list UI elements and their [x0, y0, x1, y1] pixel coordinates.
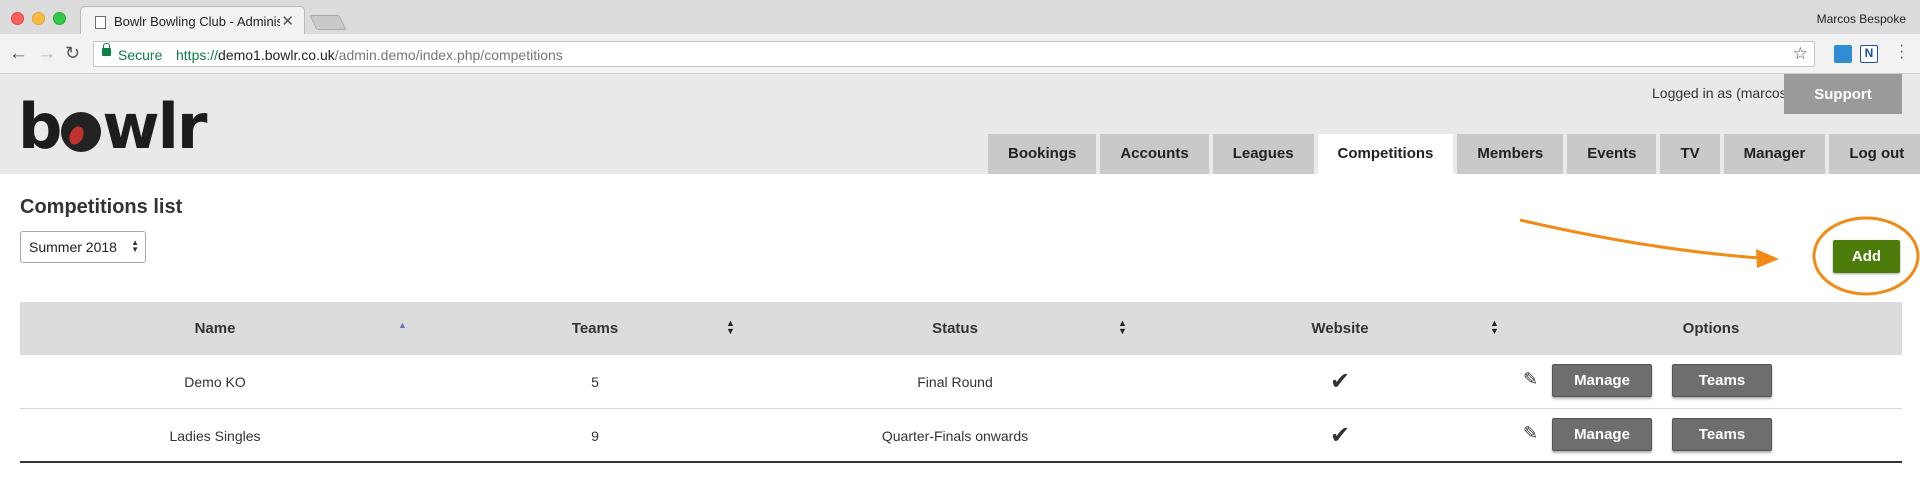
column-header-options: Options [1682, 320, 1740, 337]
cell-name: Ladies Singles [169, 428, 261, 444]
add-competition-button[interactable]: Add [1833, 240, 1900, 273]
table-row: Demo KO 5 Final Round ✔ ✎ Manage Teams [20, 355, 1902, 409]
nav-tab-accounts[interactable]: Accounts [1100, 134, 1209, 174]
page-title: Competitions list [20, 196, 183, 218]
sort-toggle-icon[interactable]: ▲ ▼ [1118, 319, 1127, 336]
reload-icon[interactable]: ↻ [65, 43, 80, 64]
logo-text-right: wlr [102, 90, 207, 163]
cell-status: Final Round [917, 374, 993, 390]
main-nav: Bookings Accounts Leagues Competitions M… [988, 134, 1920, 174]
season-select[interactable]: Summer 2018 ▲ ▼ [20, 231, 146, 263]
browser-profile-name[interactable]: Marcos Bespoke [1817, 12, 1906, 26]
select-arrows-icon: ▲ ▼ [131, 238, 139, 254]
minimize-window-icon[interactable] [32, 12, 45, 25]
sort-toggle-icon[interactable]: ▲ ▼ [726, 319, 735, 336]
url-path: /admin.demo/index.php/competitions [334, 47, 563, 63]
browser-tab-bar: Bowlr Bowling Club - Administ ✕ Marcos B… [0, 0, 1920, 35]
nav-tab-manager[interactable]: Manager [1723, 134, 1826, 174]
support-button[interactable]: Support [1784, 74, 1902, 114]
extension-icon[interactable] [1834, 45, 1852, 63]
browser-address-bar: ← → ↻ Secure https://demo1.bowlr.co.uk/a… [0, 34, 1920, 74]
logo-text-left: b [18, 90, 62, 163]
manage-button[interactable]: Manage [1552, 418, 1652, 451]
teams-button[interactable]: Teams [1672, 418, 1772, 451]
competitions-table: Name ▲ Teams ▲ ▼ Status ▲ ▼ Website ▲ ▼ Opt… [20, 302, 1902, 463]
new-tab-button[interactable] [309, 15, 347, 30]
nav-tab-members[interactable]: Members [1457, 134, 1564, 174]
close-tab-icon[interactable]: ✕ [281, 12, 294, 30]
edit-pencil-icon[interactable]: ✎ [1523, 369, 1538, 390]
nav-tab-logout[interactable]: Log out [1829, 134, 1920, 174]
logged-in-status: Logged in as (marcos) [1652, 85, 1792, 101]
browser-tab[interactable]: Bowlr Bowling Club - Administ ✕ [80, 6, 305, 35]
maximize-window-icon[interactable] [53, 12, 66, 25]
column-header-name[interactable]: Name [20, 302, 410, 355]
close-window-icon[interactable] [11, 12, 24, 25]
bowling-ball-icon [61, 112, 102, 152]
url-input[interactable]: Secure https://demo1.bowlr.co.uk/admin.d… [93, 41, 1815, 67]
browser-menu-icon[interactable]: · · · [1899, 38, 1904, 66]
url-text: https://demo1.bowlr.co.uk/admin.demo/ind… [176, 47, 563, 63]
column-header-teams[interactable]: Teams [420, 302, 770, 355]
sort-ascending-icon[interactable]: ▲ [398, 321, 407, 330]
cell-teams: 9 [591, 428, 599, 444]
edit-pencil-icon[interactable]: ✎ [1523, 423, 1538, 444]
page-favicon-icon [95, 16, 106, 29]
lock-icon [102, 43, 111, 56]
nav-tab-leagues[interactable]: Leagues [1212, 134, 1314, 174]
bookmark-star-icon[interactable]: ☆ [1793, 44, 1808, 64]
nav-tab-tv[interactable]: TV [1660, 134, 1720, 174]
column-header-website[interactable]: Website [1160, 302, 1520, 355]
table-row: Ladies Singles 9 Quarter-Finals onwards … [20, 409, 1902, 463]
forward-arrow-icon[interactable]: → [37, 43, 56, 65]
nav-tab-bookings[interactable]: Bookings [988, 134, 1097, 174]
app-header: b wlr Logged in as (marcos) Support Booki… [0, 74, 1920, 174]
url-host: demo1.bowlr.co.uk [218, 47, 335, 63]
back-arrow-icon[interactable]: ← [9, 43, 28, 65]
nav-tab-competitions[interactable]: Competitions [1317, 134, 1454, 174]
cell-name: Demo KO [184, 374, 246, 390]
manage-button[interactable]: Manage [1552, 364, 1652, 397]
website-check-icon: ✔ [1329, 422, 1351, 449]
cell-teams: 5 [591, 374, 599, 390]
teams-button[interactable]: Teams [1672, 364, 1772, 397]
cell-status: Quarter-Finals onwards [881, 428, 1029, 444]
secure-label: Secure [118, 47, 163, 63]
nav-tab-events[interactable]: Events [1567, 134, 1657, 174]
url-scheme: https:// [176, 47, 219, 63]
column-header-status[interactable]: Status [780, 302, 1130, 355]
tab-title: Bowlr Bowling Club - Administ [114, 14, 280, 29]
annotation-arrow-line [1519, 218, 1761, 260]
website-check-icon: ✔ [1329, 368, 1351, 395]
extension-n-icon[interactable]: N [1860, 45, 1878, 63]
sort-toggle-icon[interactable]: ▲ ▼ [1490, 319, 1499, 336]
bowlr-logo[interactable]: b wlr [18, 90, 208, 163]
annotation-arrow-head [1756, 249, 1779, 268]
table-header: Name ▲ Teams ▲ ▼ Status ▲ ▼ Website ▲ ▼ Opt… [20, 302, 1902, 355]
season-selected-value: Summer 2018 [29, 239, 117, 255]
